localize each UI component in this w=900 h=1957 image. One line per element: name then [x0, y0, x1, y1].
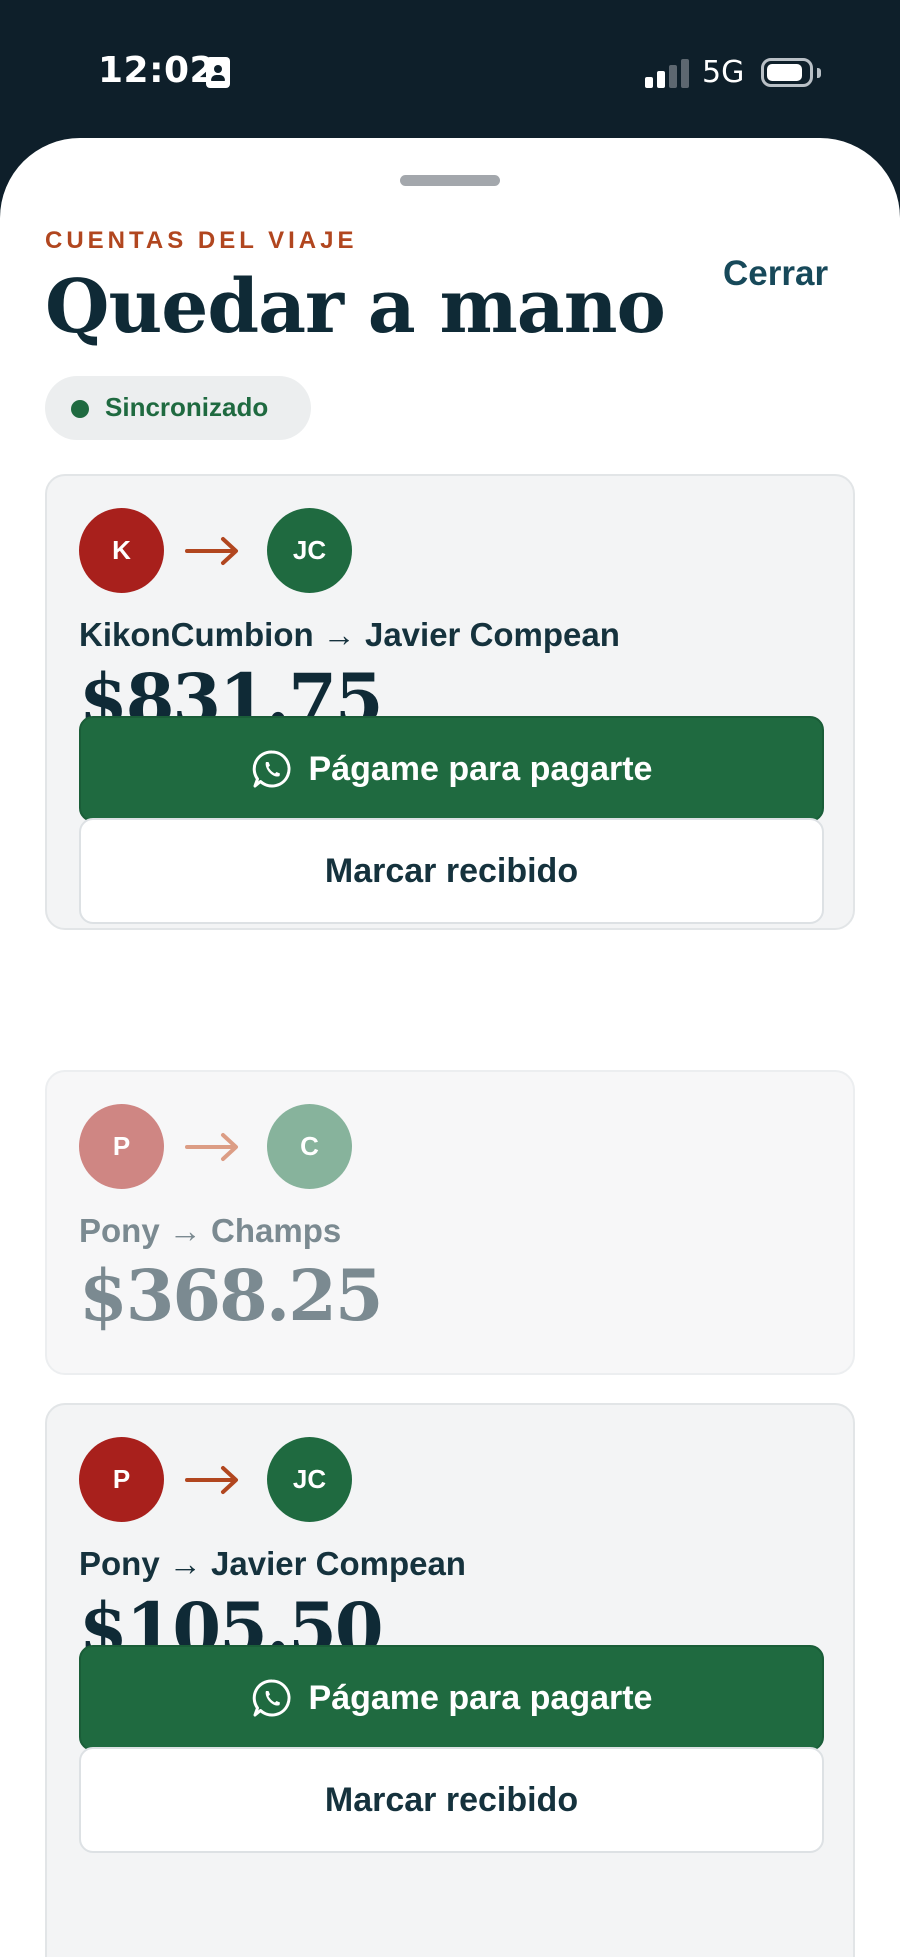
battery-tip [817, 68, 821, 78]
arrow-right-icon [185, 537, 238, 565]
settlement-amount: $368.25 [79, 1254, 384, 1337]
settlement-names: Pony → Champs [79, 1212, 342, 1249]
mark-received-button[interactable]: Marcar recibido [79, 1747, 824, 1853]
arrow-right-icon [185, 1466, 238, 1494]
payee-avatar: JC [267, 508, 352, 593]
status-bar: 12:02 5G [0, 0, 900, 140]
sync-status-badge: Sincronizado [45, 376, 311, 440]
page-title: Quedar a mano [45, 264, 666, 350]
payee-avatar: JC [267, 1437, 352, 1522]
mark-received-button[interactable]: Marcar recibido [79, 818, 824, 924]
settlement-card: P JC Pony → Javier Compean $105.50 Págam… [45, 1403, 855, 1957]
cellular-signal-icon [645, 58, 689, 88]
sync-status-label: Sincronizado [105, 392, 269, 422]
network-type: 5G [702, 55, 745, 90]
payee-avatar: C [267, 1104, 352, 1189]
sync-status-dot-icon [71, 400, 89, 418]
whatsapp-icon [252, 1679, 291, 1717]
settlement-card: K JC KikonCumbion → Javier Compean $831.… [45, 474, 855, 930]
settlement-card: P C Pony → Champs $368.25 [45, 1070, 855, 1375]
whatsapp-request-label: Págame para pagarte [308, 750, 653, 788]
whatsapp-request-button[interactable]: Págame para pagarte [79, 1645, 824, 1751]
close-button[interactable]: Cerrar [723, 254, 828, 294]
sheet-grabber[interactable] [400, 175, 500, 186]
settle-up-screen: 12:02 5G CUENTAS DEL VIAJE Quedar a mano… [0, 0, 900, 1957]
payer-avatar: K [79, 508, 164, 593]
settlement-names: Pony → Javier Compean [79, 1545, 466, 1582]
settlement-names: KikonCumbion → Javier Compean [79, 616, 620, 653]
whatsapp-icon [252, 750, 291, 788]
payer-avatar: P [79, 1104, 164, 1189]
section-eyebrow: CUENTAS DEL VIAJE [45, 227, 358, 254]
whatsapp-request-button[interactable]: Págame para pagarte [79, 716, 824, 822]
settle-sheet: CUENTAS DEL VIAJE Quedar a mano Cerrar S… [0, 138, 900, 1957]
arrow-right-icon [185, 1133, 238, 1161]
battery-icon [761, 58, 813, 87]
whatsapp-request-label: Págame para pagarte [308, 1679, 653, 1717]
status-time: 12:02 [98, 50, 216, 91]
payer-avatar: P [79, 1437, 164, 1522]
contact-card-icon [206, 57, 230, 88]
